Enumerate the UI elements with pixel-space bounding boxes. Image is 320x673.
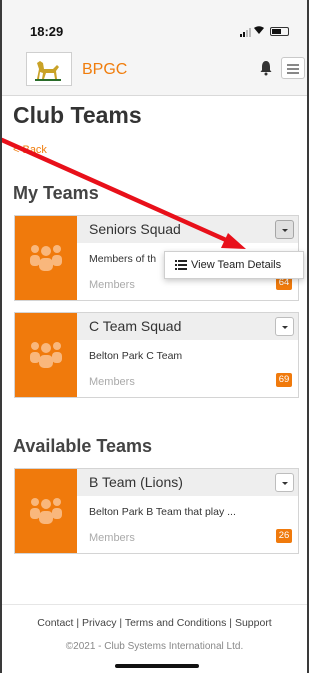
members-label: Members [89,279,135,291]
team-thumbnail [15,469,77,553]
hamburger-icon[interactable] [281,57,305,79]
available-teams-heading: Available Teams [13,436,153,456]
footer-separator: | [226,617,235,629]
team-thumbnail [15,216,77,300]
member-count-badge: 69 [276,373,292,387]
footer-divider [2,604,307,605]
team-card-b-team-lions[interactable]: B Team (Lions) Belton Park B Team that p… [14,468,299,554]
footer-links: Contact | Privacy | Terms and Conditions… [2,617,307,629]
team-name: C Team Squad [89,318,182,334]
signal-icon [240,28,251,37]
team-group-icon [30,342,62,368]
team-thumbnail [15,313,77,397]
list-icon [175,260,187,270]
phone-screen: 18:29 BPGC Club Teams < Back My Teams Se… [0,0,309,673]
members-label: Members [89,376,135,388]
members-label: Members [89,532,135,544]
footer-link-privacy[interactable]: Privacy [82,617,116,629]
footer-link-contact[interactable]: Contact [37,617,73,629]
home-indicator [115,664,199,668]
wifi-icon [253,25,265,38]
view-team-details-label: View Team Details [191,259,282,271]
footer-separator: | [116,617,125,629]
status-time: 18:29 [30,24,64,39]
team-name: B Team (Lions) [89,474,183,490]
team-card-c-team-squad[interactable]: C Team Squad Belton Park C Team Members … [14,312,299,398]
caret-down-icon[interactable] [275,473,294,492]
copyright-text: ©2021 - Club Systems International Ltd. [65,641,244,652]
team-group-icon [30,245,62,271]
team-name: Seniors Squad [89,221,181,237]
footer-separator: | [73,617,83,629]
footer-link-support[interactable]: Support [235,617,272,629]
team-description: Members of th [89,253,157,265]
caret-down-icon[interactable] [275,317,294,336]
view-team-details-menu-item[interactable]: View Team Details [164,251,304,279]
my-teams-heading: My Teams [13,183,99,203]
team-group-icon [30,498,62,524]
team-description: Belton Park C Team [89,350,183,362]
footer-link-terms[interactable]: Terms and Conditions [125,617,227,629]
app-header: BPGC [2,44,307,96]
page-title: Club Teams [13,102,142,128]
battery-icon [270,27,289,36]
back-link[interactable]: < Back [13,144,47,156]
caret-down-icon[interactable] [275,220,294,239]
club-logo[interactable] [26,52,72,86]
team-description: Belton Park B Team that play ... [89,506,236,518]
brand-name[interactable]: BPGC [82,61,127,79]
status-bar: 18:29 [2,0,307,44]
member-count-badge: 26 [276,529,292,543]
bell-icon[interactable] [260,60,272,76]
